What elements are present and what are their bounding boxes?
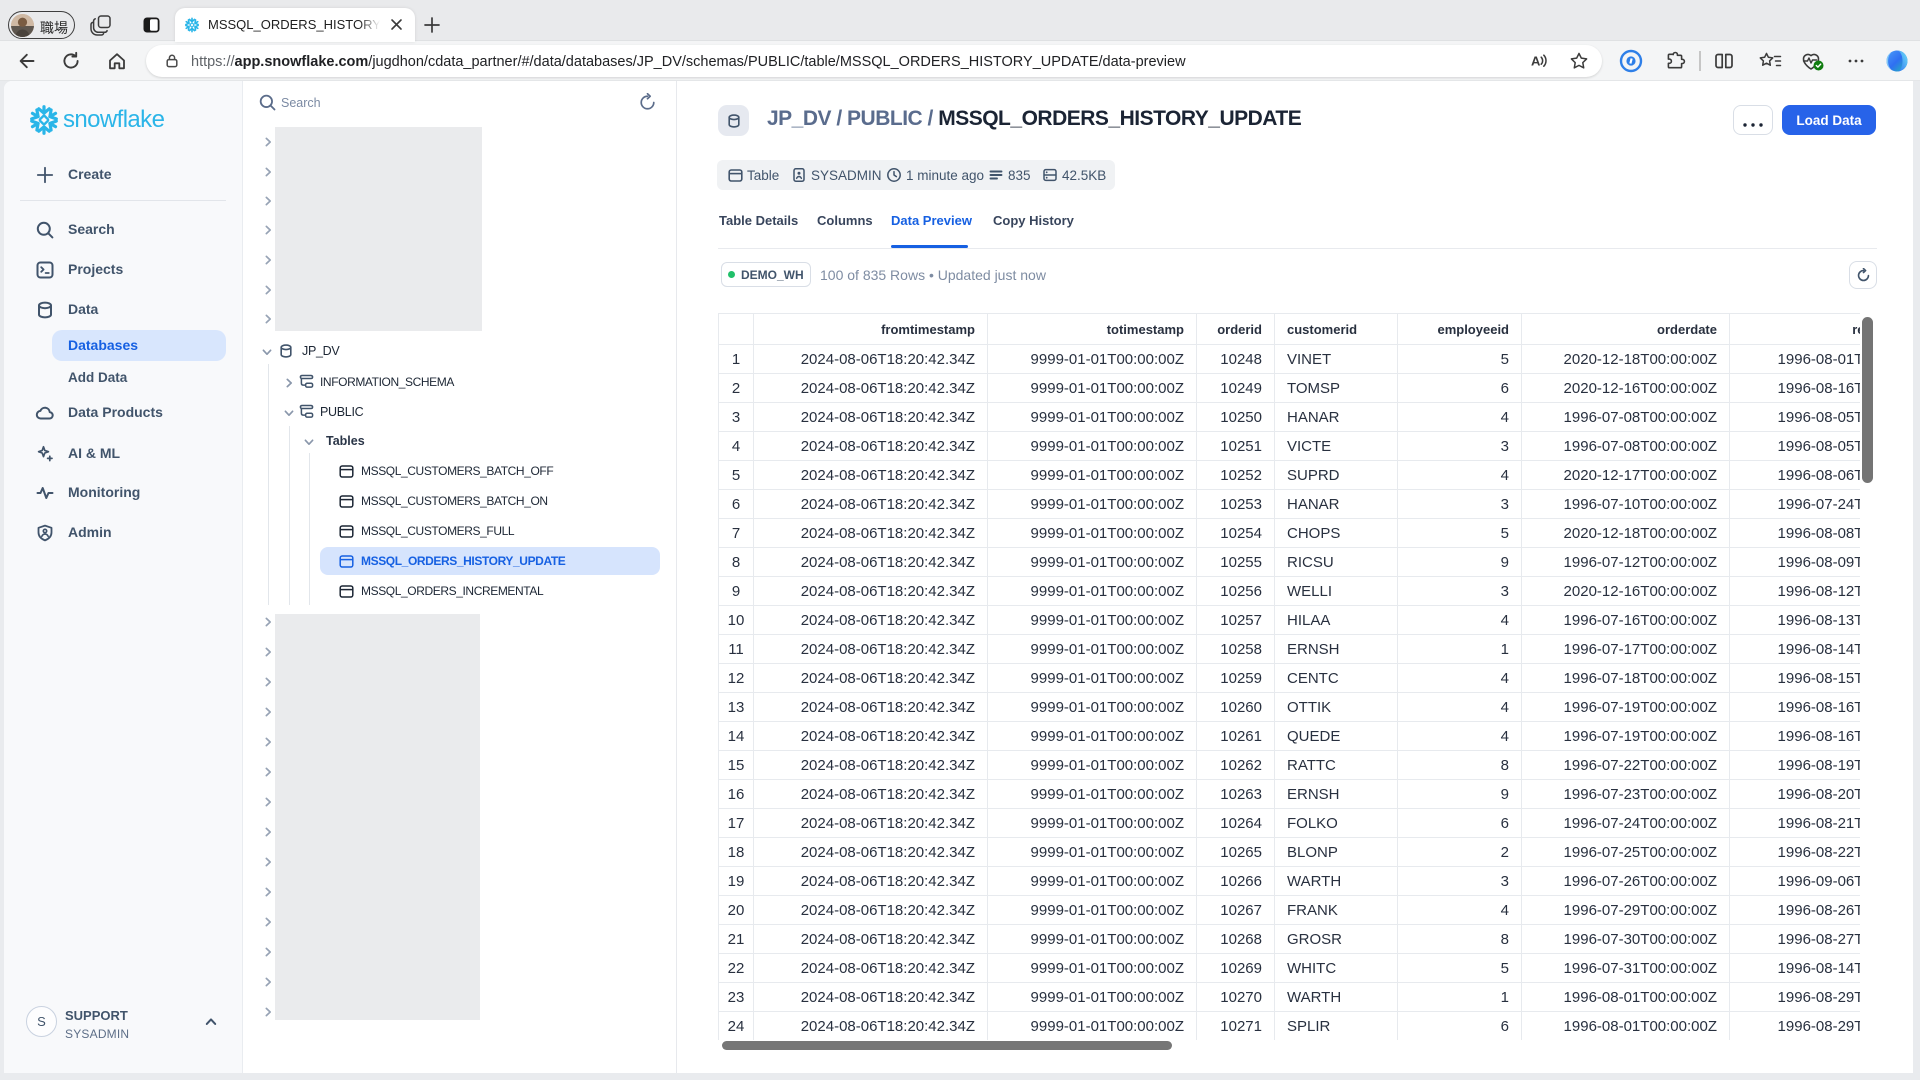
svg-text:A: A (1531, 54, 1541, 69)
